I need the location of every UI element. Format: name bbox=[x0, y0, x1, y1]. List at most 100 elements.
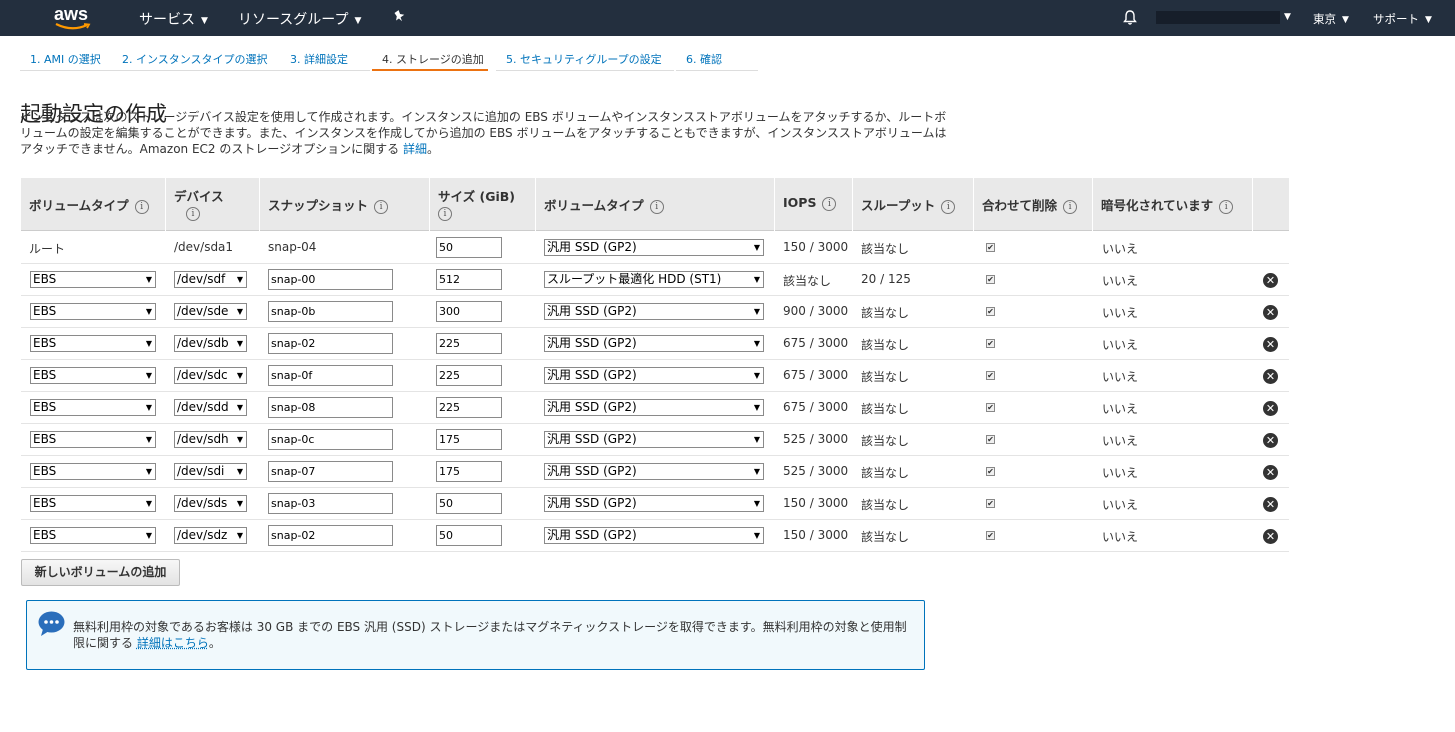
dropdown-arrow-icon: ▼ bbox=[753, 243, 760, 252]
info-icon[interactable]: i bbox=[1063, 199, 1078, 214]
remove-volume-icon[interactable]: ✕ bbox=[1263, 401, 1278, 416]
size-input[interactable]: 50 bbox=[436, 525, 502, 546]
details-link[interactable]: 詳細はこちら bbox=[137, 636, 209, 650]
size-input[interactable]: 512 bbox=[436, 269, 502, 290]
snapshot-input[interactable]: snap-07 bbox=[268, 461, 393, 482]
volume-category-select[interactable]: EBS ▼ bbox=[30, 463, 156, 480]
snapshot-input[interactable]: snap-0b bbox=[268, 301, 393, 322]
volume-category-select[interactable]: EBS ▼ bbox=[30, 367, 156, 384]
device-select[interactable]: /dev/sdc ▼ bbox=[174, 367, 247, 384]
device-select[interactable]: /dev/sdf ▼ bbox=[174, 271, 247, 288]
tab-configure-security-group[interactable]: 5. セキュリティグループの設定 bbox=[496, 44, 674, 71]
services-menu[interactable]: サービス ▼ bbox=[139, 9, 208, 29]
col-iops: IOPS i bbox=[775, 178, 853, 231]
delete-on-termination-checkbox[interactable]: ✔ bbox=[986, 371, 995, 380]
remove-volume-icon[interactable]: ✕ bbox=[1263, 465, 1278, 480]
remove-volume-icon[interactable]: ✕ bbox=[1263, 273, 1278, 288]
volume-category-select[interactable]: EBS ▼ bbox=[30, 335, 156, 352]
volume-type-select[interactable]: 汎用 SSD (GP2) ▼ bbox=[544, 431, 764, 448]
snapshot-input[interactable]: snap-0c bbox=[268, 429, 393, 450]
chat-bubble-icon bbox=[38, 611, 65, 640]
size-input[interactable]: 225 bbox=[436, 397, 502, 418]
volume-category-select[interactable]: EBS ▼ bbox=[30, 495, 156, 512]
size-input[interactable]: 175 bbox=[436, 461, 502, 482]
remove-volume-icon[interactable]: ✕ bbox=[1263, 369, 1278, 384]
delete-on-termination-checkbox[interactable]: ✔ bbox=[986, 499, 995, 508]
info-icon[interactable]: i bbox=[134, 199, 149, 214]
delete-on-termination-checkbox[interactable]: ✔ bbox=[986, 403, 995, 412]
volume-type-select[interactable]: 汎用 SSD (GP2) ▼ bbox=[544, 239, 764, 256]
remove-volume-icon[interactable]: ✕ bbox=[1263, 529, 1278, 544]
device-select[interactable]: /dev/sdh ▼ bbox=[174, 431, 247, 448]
volume-category-select[interactable]: EBS ▼ bbox=[30, 431, 156, 448]
volume-type-select[interactable]: 汎用 SSD (GP2) ▼ bbox=[544, 399, 764, 416]
info-icon[interactable]: i bbox=[649, 199, 664, 214]
snapshot-input[interactable]: snap-0f bbox=[268, 365, 393, 386]
snapshot-input[interactable]: snap-02 bbox=[268, 525, 393, 546]
free-tier-notice: 無料利用枠の対象であるお客様は 30 GB までの EBS 汎用 (SSD) ス… bbox=[26, 600, 925, 670]
snapshot-input[interactable]: snap-00 bbox=[268, 269, 393, 290]
dropdown-arrow-icon: ▼ bbox=[753, 435, 760, 444]
info-icon[interactable]: i bbox=[822, 196, 837, 211]
volume-type-select[interactable]: 汎用 SSD (GP2) ▼ bbox=[544, 527, 764, 544]
delete-on-termination-checkbox[interactable]: ✔ bbox=[986, 467, 995, 476]
volume-category-select[interactable]: EBS ▼ bbox=[30, 303, 156, 320]
add-new-volume-button[interactable]: 新しいボリュームの追加 bbox=[21, 559, 180, 586]
aws-logo[interactable]: aws bbox=[54, 4, 94, 32]
size-input[interactable]: 300 bbox=[436, 301, 502, 322]
size-input[interactable]: 175 bbox=[436, 429, 502, 450]
snapshot-input[interactable]: snap-02 bbox=[268, 333, 393, 354]
remove-volume-icon[interactable]: ✕ bbox=[1263, 433, 1278, 448]
volume-type-select[interactable]: 汎用 SSD (GP2) ▼ bbox=[544, 463, 764, 480]
info-icon[interactable]: i bbox=[438, 206, 452, 221]
volume-type-select[interactable]: 汎用 SSD (GP2) ▼ bbox=[544, 495, 764, 512]
chevron-down-icon[interactable]: ▼ bbox=[1284, 12, 1291, 22]
info-icon[interactable]: i bbox=[186, 206, 200, 221]
device-select[interactable]: /dev/sdz ▼ bbox=[174, 527, 247, 544]
volume-type-select[interactable]: 汎用 SSD (GP2) ▼ bbox=[544, 335, 764, 352]
delete-on-termination-checkbox[interactable]: ✔ bbox=[986, 307, 995, 316]
size-input[interactable]: 225 bbox=[436, 365, 502, 386]
device-select[interactable]: /dev/sde ▼ bbox=[174, 303, 247, 320]
delete-on-termination-checkbox[interactable]: ✔ bbox=[986, 275, 995, 284]
support-menu[interactable]: サポート ▼ bbox=[1373, 11, 1432, 27]
info-icon[interactable]: i bbox=[374, 199, 389, 214]
remove-volume-icon[interactable]: ✕ bbox=[1263, 337, 1278, 352]
volume-type-select[interactable]: スループット最適化 HDD (ST1) ▼ bbox=[544, 271, 764, 288]
account-menu[interactable] bbox=[1156, 11, 1280, 24]
bell-icon[interactable] bbox=[1122, 9, 1138, 29]
size-input[interactable]: 50 bbox=[436, 237, 502, 258]
info-icon[interactable]: i bbox=[941, 199, 956, 214]
delete-on-termination-checkbox[interactable]: ✔ bbox=[986, 531, 995, 540]
delete-on-termination-checkbox[interactable]: ✔ bbox=[986, 243, 995, 252]
tab-add-storage[interactable]: 4. ストレージの追加 bbox=[372, 44, 488, 71]
delete-on-termination-checkbox[interactable]: ✔ bbox=[986, 339, 995, 348]
tab-choose-instance-type[interactable]: 2. インスタンスタイプの選択 bbox=[112, 44, 280, 71]
snapshot-input[interactable]: snap-08 bbox=[268, 397, 393, 418]
resource-groups-menu[interactable]: リソースグループ ▼ bbox=[238, 9, 361, 29]
delete-on-termination-checkbox[interactable]: ✔ bbox=[986, 435, 995, 444]
size-input[interactable]: 225 bbox=[436, 333, 502, 354]
device-select[interactable]: /dev/sdi ▼ bbox=[174, 463, 247, 480]
volume-type-select[interactable]: 汎用 SSD (GP2) ▼ bbox=[544, 367, 764, 384]
volume-category-select[interactable]: EBS ▼ bbox=[30, 527, 156, 544]
size-input[interactable]: 50 bbox=[436, 493, 502, 514]
device-select[interactable]: /dev/sdb ▼ bbox=[174, 335, 247, 352]
snapshot-input[interactable]: snap-03 bbox=[268, 493, 393, 514]
volume-category-select[interactable]: EBS ▼ bbox=[30, 399, 156, 416]
device-select[interactable]: /dev/sds ▼ bbox=[174, 495, 247, 512]
volume-type-select[interactable]: 汎用 SSD (GP2) ▼ bbox=[544, 303, 764, 320]
volume-category-select[interactable]: EBS ▼ bbox=[30, 271, 156, 288]
info-icon[interactable]: i bbox=[1219, 199, 1234, 214]
tab-configure-details[interactable]: 3. 詳細設定 bbox=[280, 44, 370, 71]
region-label: 東京 bbox=[1313, 12, 1336, 26]
device-select[interactable]: /dev/sdd ▼ bbox=[174, 399, 247, 416]
tab-review[interactable]: 6. 確認 bbox=[676, 44, 758, 71]
tab-choose-ami[interactable]: 1. AMI の選択 bbox=[20, 44, 112, 71]
dropdown-arrow-icon: ▼ bbox=[753, 339, 760, 348]
remove-volume-icon[interactable]: ✕ bbox=[1263, 305, 1278, 320]
pin-icon[interactable] bbox=[393, 10, 405, 27]
region-menu[interactable]: 東京 ▼ bbox=[1313, 11, 1349, 27]
learn-more-link[interactable]: 詳細 bbox=[403, 142, 427, 156]
remove-volume-icon[interactable]: ✕ bbox=[1263, 497, 1278, 512]
